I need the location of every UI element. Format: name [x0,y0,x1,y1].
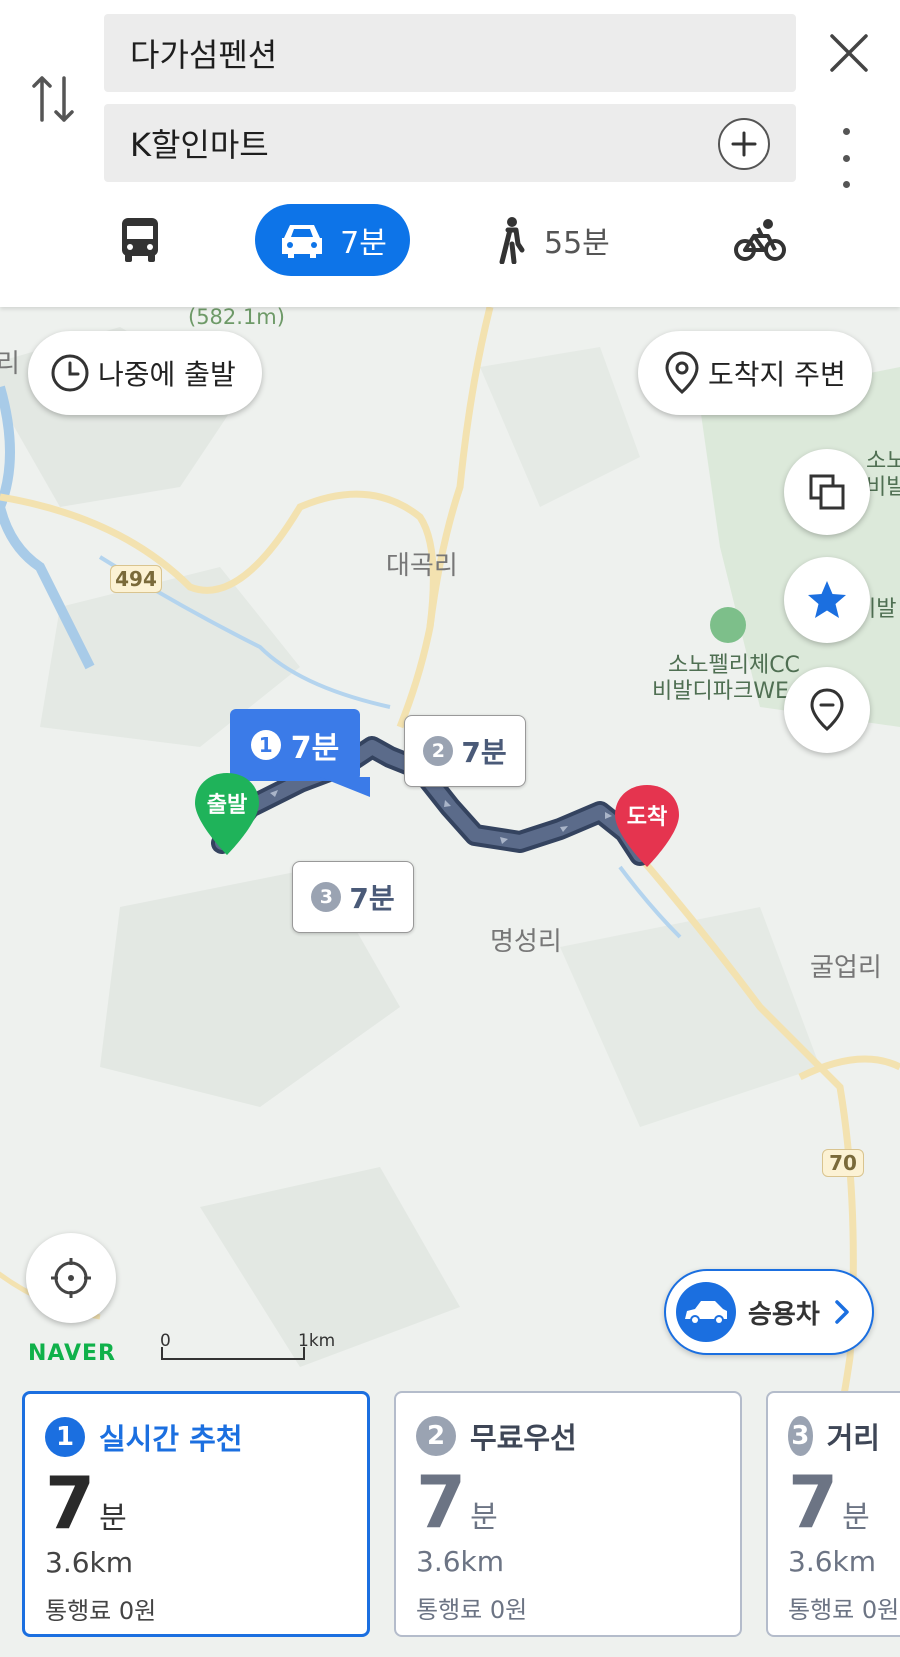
route-2-callout[interactable]: 2 7분 [404,715,526,787]
scale-bar [161,1347,305,1360]
route-card-3-toll: 통행료 0원 [788,1596,900,1624]
route-1-time: 7분 [290,731,340,766]
route-card-3-number: 3 [788,1416,813,1456]
route-card-1-toll: 통행료 0원 [45,1597,157,1625]
origin-field[interactable]: 다가섬펜션 [104,14,796,92]
depart-later-button[interactable]: 나중에 출발 [28,331,262,415]
route-card-3[interactable]: 3 거리 7 분 3.6km 통행료 0원 [766,1391,900,1637]
car-icon [282,225,323,258]
route-card-2-number: 2 [416,1416,456,1456]
route-card-1-number: 1 [45,1417,85,1457]
map-scale: 0 1km [160,1331,335,1363]
route-card-1-time: 7 [45,1461,96,1545]
route-card-2-toll: 통행료 0원 [416,1596,528,1624]
current-location-button[interactable] [26,1233,116,1323]
road-tag-70: 70 [822,1149,864,1177]
route-2-time: 7분 [461,736,507,769]
route-3-number: 3 [311,882,342,912]
bicycle-icon [734,219,786,261]
village-label-gureop: 굴업리 [810,953,882,983]
vehicle-car-icon [676,1282,736,1342]
route-card-3-distance: 3.6km [788,1545,877,1578]
mode-transit-tab[interactable] [118,204,162,276]
destination-field[interactable]: K할인마트 [104,104,796,182]
mode-bike-tab[interactable] [734,204,786,276]
route-card-1-name: 실시간 추천 [99,1422,243,1456]
start-label: 출발 [206,793,248,818]
end-label: 도착 [626,805,668,830]
vehicle-type-button[interactable]: 승용차 [664,1269,874,1355]
vehicle-label: 승용차 [748,1299,820,1330]
plus-icon [731,131,757,157]
depart-later-label: 나중에 출발 [98,358,236,391]
route-card-3-unit: 분 [842,1500,870,1535]
car-time: 7분 [340,226,387,261]
near-destination-label: 도착지 주변 [708,358,846,391]
route-1-number: 1 [250,730,281,760]
village-label-myeongseong: 명성리 [490,927,562,957]
place-marker-button[interactable] [784,667,870,753]
route-1-callout-tail [320,777,370,797]
route-card-2-unit: 분 [470,1500,498,1535]
chevron-right-icon [835,1300,849,1324]
route-card-2-time: 7 [416,1460,467,1544]
close-button[interactable] [826,30,872,76]
edge-label: 리 [0,349,20,379]
route-card-2-distance: 3.6km [416,1545,505,1578]
swap-icon[interactable] [30,72,76,126]
mode-car-tab[interactable]: 7분 [255,204,410,276]
route-card-2-name: 무료우선 [470,1421,577,1455]
road-tag-494: 494 [110,565,162,593]
route-card-3-time: 7 [788,1460,839,1544]
layers-button[interactable] [784,449,870,535]
near-destination-button[interactable]: 도착지 주변 [638,331,872,415]
walk-icon [499,217,525,264]
more-menu-icon[interactable] [836,128,856,188]
clock-icon [51,354,89,392]
golf-label-2: 비발디파크WE [652,679,789,704]
route-card-1-distance: 3.6km [45,1546,134,1579]
bus-icon [122,218,158,262]
layers-icon [809,474,845,510]
map-pin-minus-icon [810,688,844,731]
edge-label-top-2: 비발 [866,475,900,500]
elevation-label: (582.1m) [188,307,285,329]
village-label-daegok: 대곡리 [386,551,458,581]
close-icon [830,34,868,72]
walk-time: 55분 [544,226,610,261]
destination-text: K할인마트 [130,126,269,164]
mode-walk-tab[interactable]: 55분 [496,204,610,276]
end-marker[interactable]: 도착 [612,783,682,869]
add-waypoint-button[interactable] [718,118,770,170]
route-3-time: 7분 [349,882,395,915]
star-icon [808,581,846,618]
route-search-header: 다가섬펜션 K할인마트 7분 55분 [0,0,900,307]
route-card-1[interactable]: 1 실시간 추천 7 분 3.6km 통행료 0원 [22,1391,370,1637]
route-card-2[interactable]: 2 무료우선 7 분 3.6km 통행료 0원 [394,1391,742,1637]
route-2-number: 2 [423,736,454,766]
start-marker[interactable]: 출발 [192,771,262,857]
route-3-callout[interactable]: 3 7분 [292,861,414,933]
naver-logo: NAVER [28,1341,116,1366]
route-card-3-name: 거리 [826,1421,880,1455]
crosshair-icon [51,1258,91,1298]
origin-text: 다가섬펜션 [130,36,278,74]
route-card-1-unit: 분 [99,1501,127,1536]
location-pin-icon [665,351,699,394]
favorite-button[interactable] [784,557,870,643]
